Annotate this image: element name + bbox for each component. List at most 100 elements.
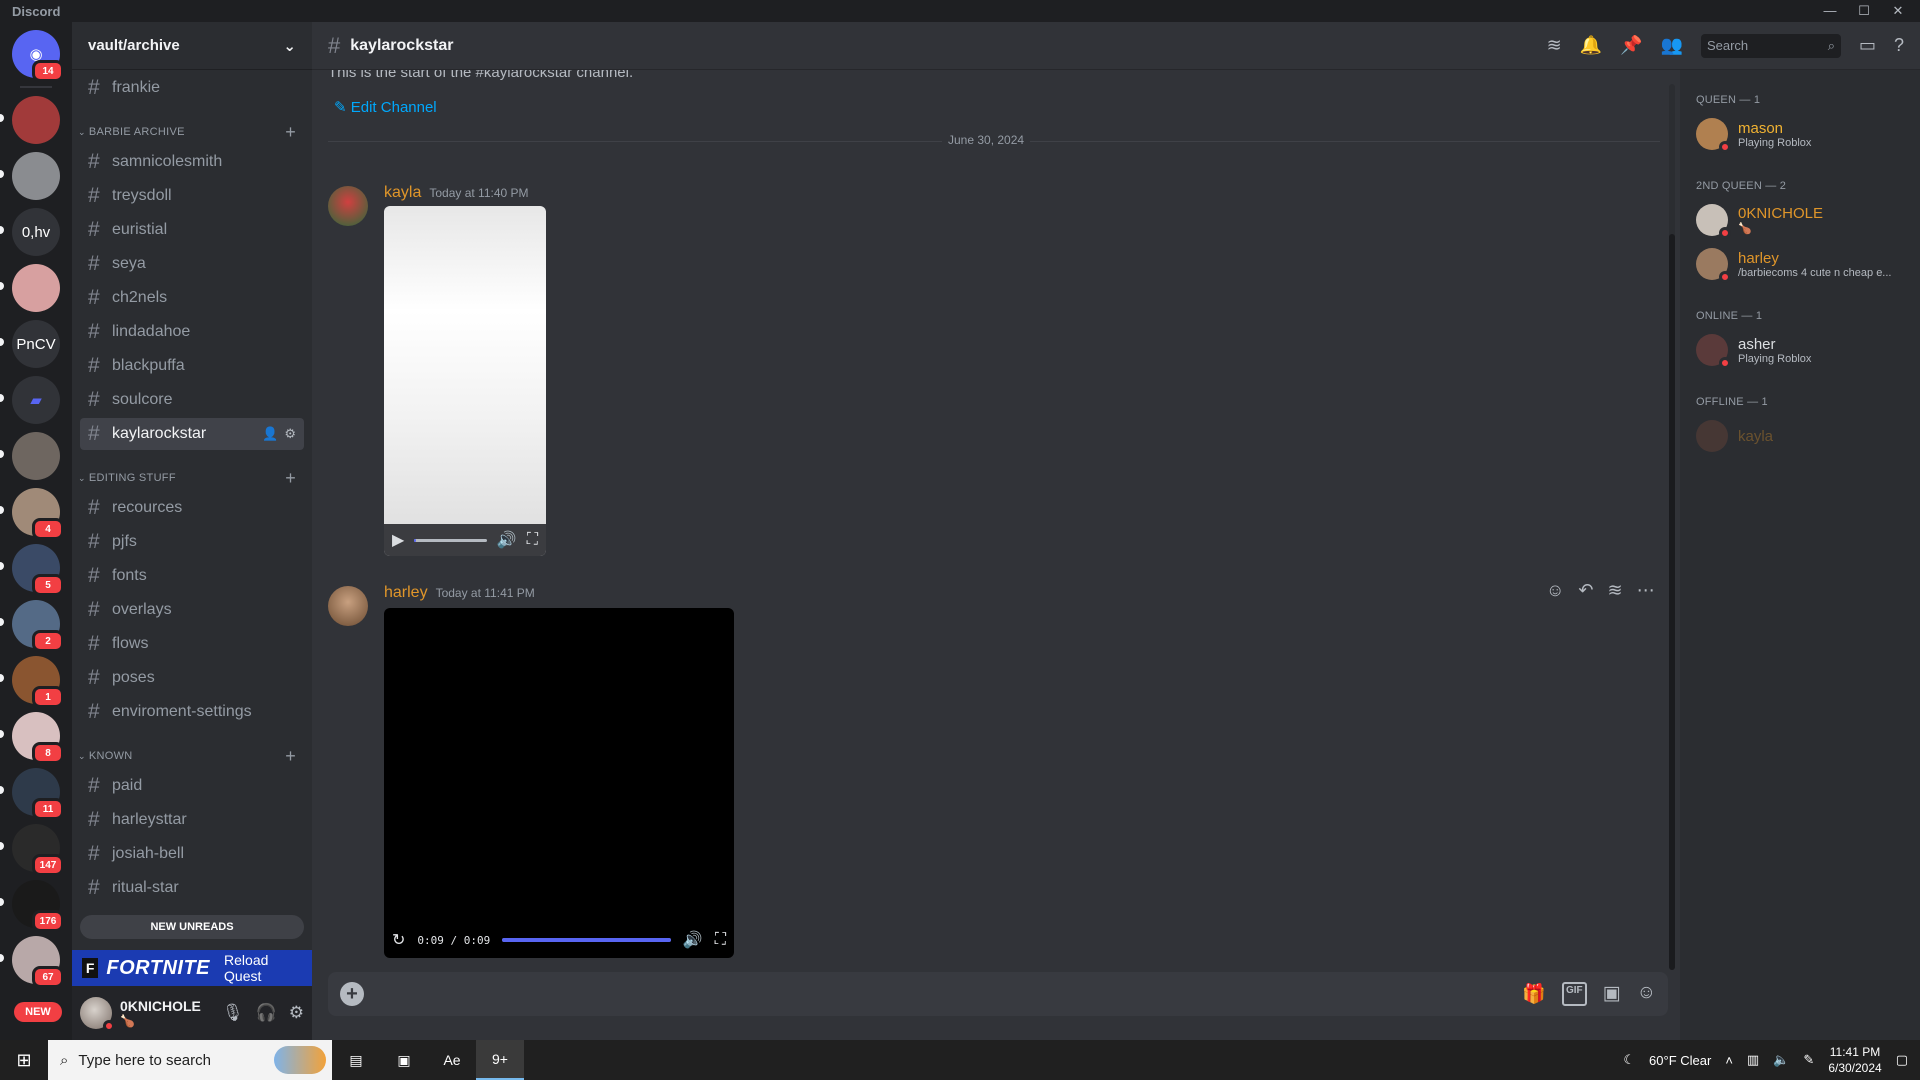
channel-item[interactable]: # fonts [80,560,304,592]
server-icon[interactable] [0,264,60,312]
volume-icon[interactable]: 🔊 [683,930,703,950]
member-item[interactable]: mason Playing Roblox [1688,112,1912,156]
channel-item[interactable]: # paid [80,770,304,802]
channel-item[interactable]: # frankie [80,72,304,104]
add-channel-icon[interactable]: + [285,123,296,141]
avatar[interactable] [328,586,368,626]
headphones-icon[interactable]: 🎧 [256,1003,277,1023]
channel-item[interactable]: # samnicolesmith [80,146,304,178]
video-attachment[interactable]: ▶ 🔊 ⛶ [384,206,546,556]
fullscreen-icon[interactable]: ⛶ [715,931,726,949]
channel-item[interactable]: # josiah-bell [80,838,304,870]
pin-icon[interactable]: 📌 [1620,35,1642,56]
minimize-icon[interactable]: — [1816,3,1844,19]
discord-home-button[interactable]: ◉ 14 [12,30,64,82]
server-icon[interactable]: 11 [0,768,64,820]
server-icon[interactable] [0,152,60,200]
notifications-icon[interactable]: ▢ [1896,1052,1908,1068]
speaker-icon[interactable]: 🔈 [1773,1052,1789,1068]
channel-item[interactable]: # flows [80,628,304,660]
add-attachment-icon[interactable]: + [340,982,364,1006]
replay-icon[interactable]: ↻ [392,930,405,950]
channel-item[interactable]: # blackpuffa [80,350,304,382]
pen-icon[interactable]: ✎ [1803,1052,1814,1068]
avatar[interactable] [328,186,368,226]
channel-item[interactable]: # treysdoll [80,180,304,212]
server-icon[interactable]: 4 [0,488,64,540]
server-icon[interactable]: PnCV [0,320,60,368]
member-list-icon[interactable]: 👥 [1661,35,1683,56]
after-effects-icon[interactable]: Ae [428,1040,476,1080]
maximize-icon[interactable]: ☐ [1850,3,1878,19]
video-attachment[interactable]: ↻ 0:09 / 0:09 🔊 ⛶ [384,608,734,958]
server-icon[interactable] [0,432,60,480]
network-icon[interactable]: ▥ [1747,1052,1759,1068]
message-composer[interactable]: + 🎁 GIF ▣ ☺ [328,972,1668,1016]
help-icon[interactable]: ? [1894,35,1904,56]
server-icon[interactable]: 2 [0,600,64,652]
gear-icon[interactable]: ⚙ [284,426,296,442]
quest-banner[interactable]: F FORTNITE Reload Quest [72,950,312,986]
member-item[interactable]: 0KNICHOLE 🍗 [1688,198,1912,242]
server-icon[interactable]: 1 [0,656,64,708]
channel-item[interactable]: # recources [80,492,304,524]
avatar[interactable] [80,997,115,1032]
member-item[interactable]: kayla [1688,414,1912,458]
channel-item[interactable]: # kaylarockstar 👤 ⚙ [80,418,304,450]
channel-item[interactable]: # lindadahoe [80,316,304,348]
server-icon[interactable]: 0,hv [0,208,60,256]
server-icon[interactable]: 5 [0,544,64,596]
volume-icon[interactable]: 🔊 [497,530,517,550]
channel-category[interactable]: ⌄ KNOWN + [72,744,312,768]
add-channel-icon[interactable]: + [285,747,296,765]
member-item[interactable]: harley/barbiecoms 4 cute n cheap e... [1688,242,1912,286]
message-scrollbar[interactable] [1669,84,1675,970]
channel-item[interactable]: # seya [80,248,304,280]
server-icon[interactable] [0,96,60,144]
play-icon[interactable]: ▶ [392,530,404,550]
clock[interactable]: 11:41 PM 6/30/2024 [1828,1044,1881,1076]
app-icon[interactable]: ▣ [380,1040,428,1080]
sticker-icon[interactable]: ▣ [1603,982,1621,1006]
server-icon[interactable]: 147 [0,824,64,876]
video-progress-bar[interactable] [414,538,487,542]
channel-item[interactable]: # enviroment-settings [80,696,304,728]
server-icon[interactable]: 67 [0,936,64,988]
new-unreads-pill[interactable]: NEW [14,1002,62,1022]
taskbar-search[interactable]: ⌕ Type here to search [48,1040,332,1080]
channel-item[interactable]: # pjfs [80,526,304,558]
add-channel-icon[interactable]: + [285,469,296,487]
channel-item[interactable]: # poses [80,662,304,694]
search-input[interactable]: Search ⌕ [1700,33,1841,58]
user-info[interactable]: 0KNICHOLE 🍗 [120,998,222,1028]
more-icon[interactable]: ⋯ [1637,580,1655,601]
server-header[interactable]: vault/archive ⌄ [72,22,312,70]
edit-channel-link[interactable]: ✎ Edit Channel [334,98,437,116]
video-progress-bar[interactable] [502,938,671,942]
member-item[interactable]: asher Playing Roblox [1688,328,1912,372]
inbox-icon[interactable]: ▭ [1859,35,1876,56]
channel-item[interactable]: # ch2nels [80,282,304,314]
chevron-up-icon[interactable]: ˄ [1725,1053,1733,1068]
channel-item[interactable]: # ritual-star [80,872,304,904]
reply-icon[interactable]: ↶ [1578,580,1593,601]
channel-category[interactable]: ⌄ EDITING STUFF + [72,466,312,490]
thread-icon[interactable]: ≋ [1607,580,1622,601]
channel-item[interactable]: # harleysttar [80,804,304,836]
bell-icon[interactable]: 🔔 [1580,35,1602,56]
channel-category[interactable]: ⌄ BARBIE ARCHIVE + [72,120,312,144]
server-icon[interactable]: ▰ [0,376,60,424]
channel-item[interactable]: # euristial [80,214,304,246]
message-author[interactable]: harley [384,584,428,602]
scrollbar-thumb[interactable] [1669,234,1675,970]
invite-icon[interactable]: 👤 [262,426,278,442]
gif-button[interactable]: GIF [1561,982,1587,1006]
discord-taskbar-icon[interactable]: 9+ [476,1040,524,1080]
gift-icon[interactable]: 🎁 [1522,982,1546,1006]
close-icon[interactable]: ✕ [1884,3,1912,19]
fullscreen-icon[interactable]: ⛶ [527,531,538,549]
server-icon[interactable]: 8 [0,712,64,764]
microphone-icon[interactable]: 🎙 [222,1003,244,1023]
new-unreads-button[interactable]: NEW UNREADS [80,915,304,939]
gear-icon[interactable]: ⚙ [289,1003,304,1023]
